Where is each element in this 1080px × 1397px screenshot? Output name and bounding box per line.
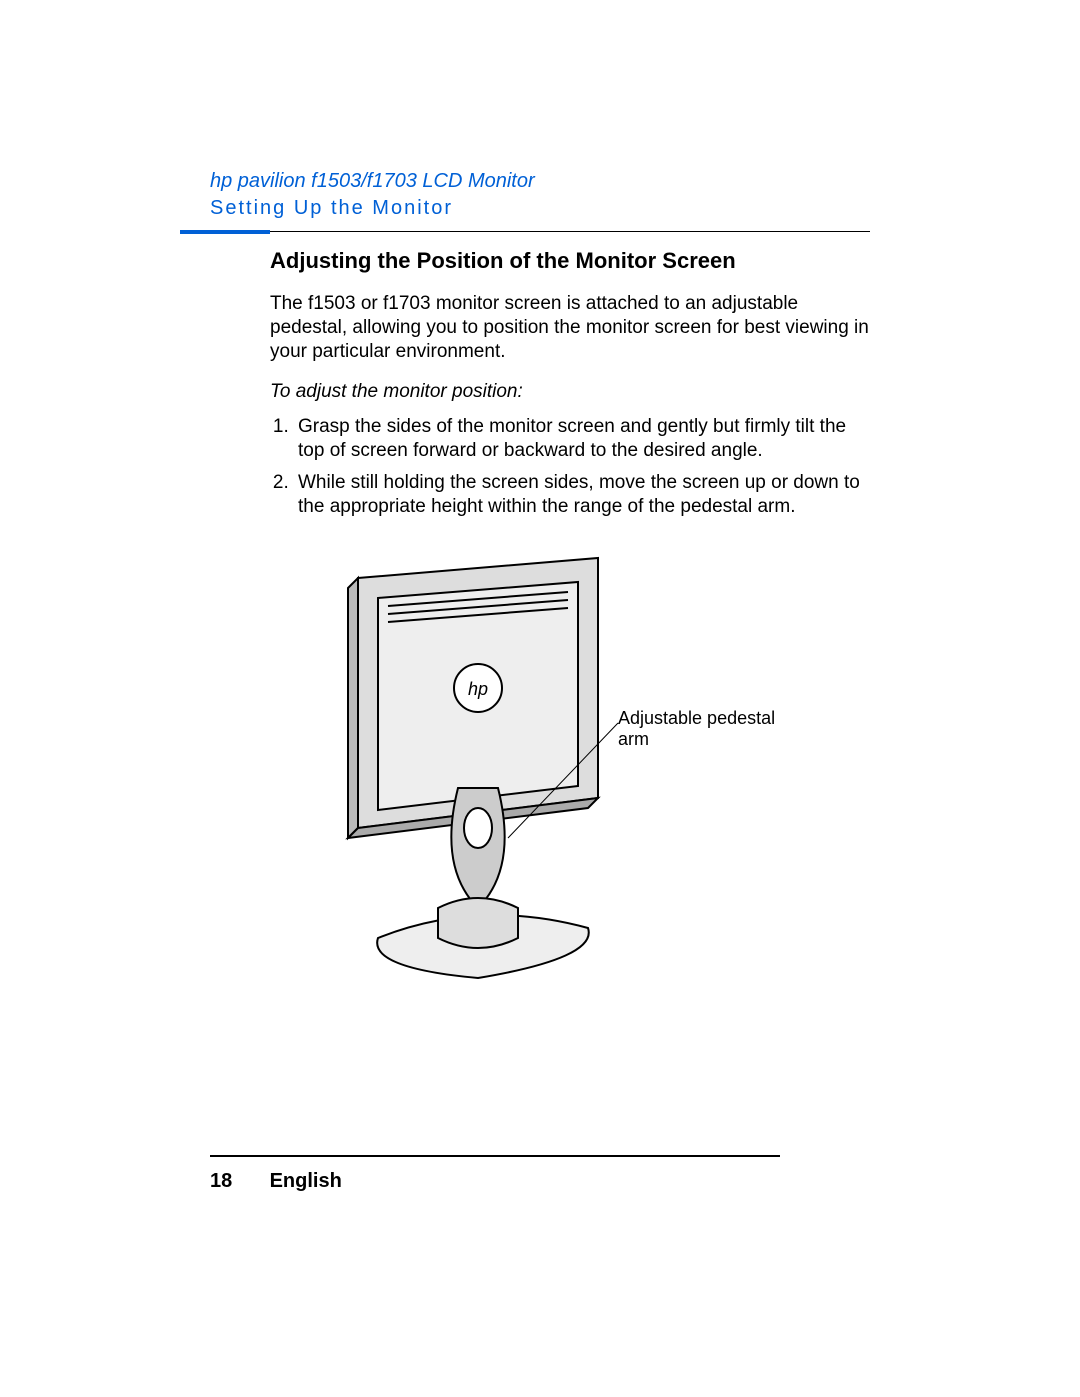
step-item: Grasp the sides of the monitor screen an… xyxy=(294,415,870,463)
monitor-illustration-icon: hp xyxy=(288,538,808,1018)
figure-callout: Adjustable pedestal arm xyxy=(618,708,808,750)
header-section: Setting Up the Monitor xyxy=(210,197,870,220)
footer-language: English xyxy=(270,1170,342,1192)
page-number: 18 xyxy=(210,1170,264,1193)
header-product: hp pavilion f1503/f1703 LCD Monitor xyxy=(210,170,870,193)
step-list: Grasp the sides of the monitor screen an… xyxy=(270,415,870,518)
header-rule xyxy=(210,230,870,234)
footer-rule xyxy=(210,1155,780,1157)
monitor-figure: hp Adjustable pedestal arm xyxy=(288,538,808,1018)
subheading: To adjust the monitor position: xyxy=(270,381,870,403)
svg-text:hp: hp xyxy=(468,679,488,699)
page-footer: 18 English xyxy=(210,1170,342,1193)
step-item: While still holding the screen sides, mo… xyxy=(294,471,870,519)
section-title: Adjusting the Position of the Monitor Sc… xyxy=(270,248,870,274)
intro-paragraph: The f1503 or f1703 monitor screen is att… xyxy=(270,292,870,363)
page-content: hp pavilion f1503/f1703 LCD Monitor Sett… xyxy=(210,170,870,1018)
